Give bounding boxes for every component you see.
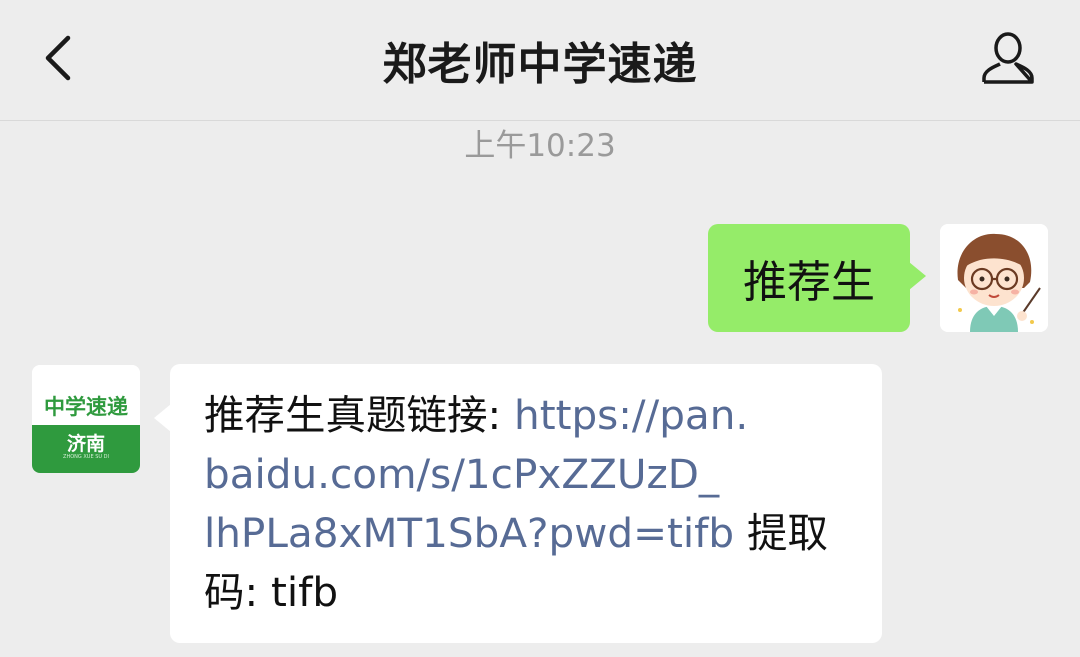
share-link-line-2[interactable]: baidu.com/s/1cPxZZUzD_	[204, 450, 719, 498]
logo-sub-text: ZHONG XUE SU DI	[63, 454, 109, 460]
logo-top-text: 中学速递	[44, 395, 128, 419]
extraction-code-label: 提取	[734, 509, 828, 557]
chat-title: 郑老师中学速递	[382, 39, 698, 90]
cartoon-teacher-avatar-icon	[940, 224, 1048, 332]
incoming-message-bubble[interactable]: 推荐生真题链接: https://pan. baidu.com/s/1cPxZZU…	[154, 364, 882, 643]
profile-button[interactable]	[978, 28, 1038, 88]
chat-header: 郑老师中学速递	[0, 0, 1080, 121]
sender-avatar[interactable]: 中学速递 济南 ZHONG XUE SU DI	[32, 365, 140, 473]
message-timestamp: 上午10:23	[464, 128, 616, 164]
message-prefix: 推荐生真题链接:	[204, 391, 515, 439]
logo-bottom-text: 济南	[66, 433, 105, 455]
share-link-line-1[interactable]: https://pan.	[514, 391, 748, 439]
outgoing-message-text: 推荐生	[743, 257, 875, 308]
person-icon	[982, 32, 1034, 84]
extraction-code: 码: tifb	[204, 568, 339, 616]
share-link-line-3[interactable]: lhPLa8xMT1SbA?pwd=tifb	[204, 509, 734, 557]
my-avatar[interactable]	[940, 224, 1048, 332]
chat-screen: 郑老师中学速递 上午10:23 推荐生 中学速递 济南 ZHONG XUE SU…	[0, 0, 1080, 657]
outgoing-message-bubble[interactable]: 推荐生	[708, 224, 926, 332]
